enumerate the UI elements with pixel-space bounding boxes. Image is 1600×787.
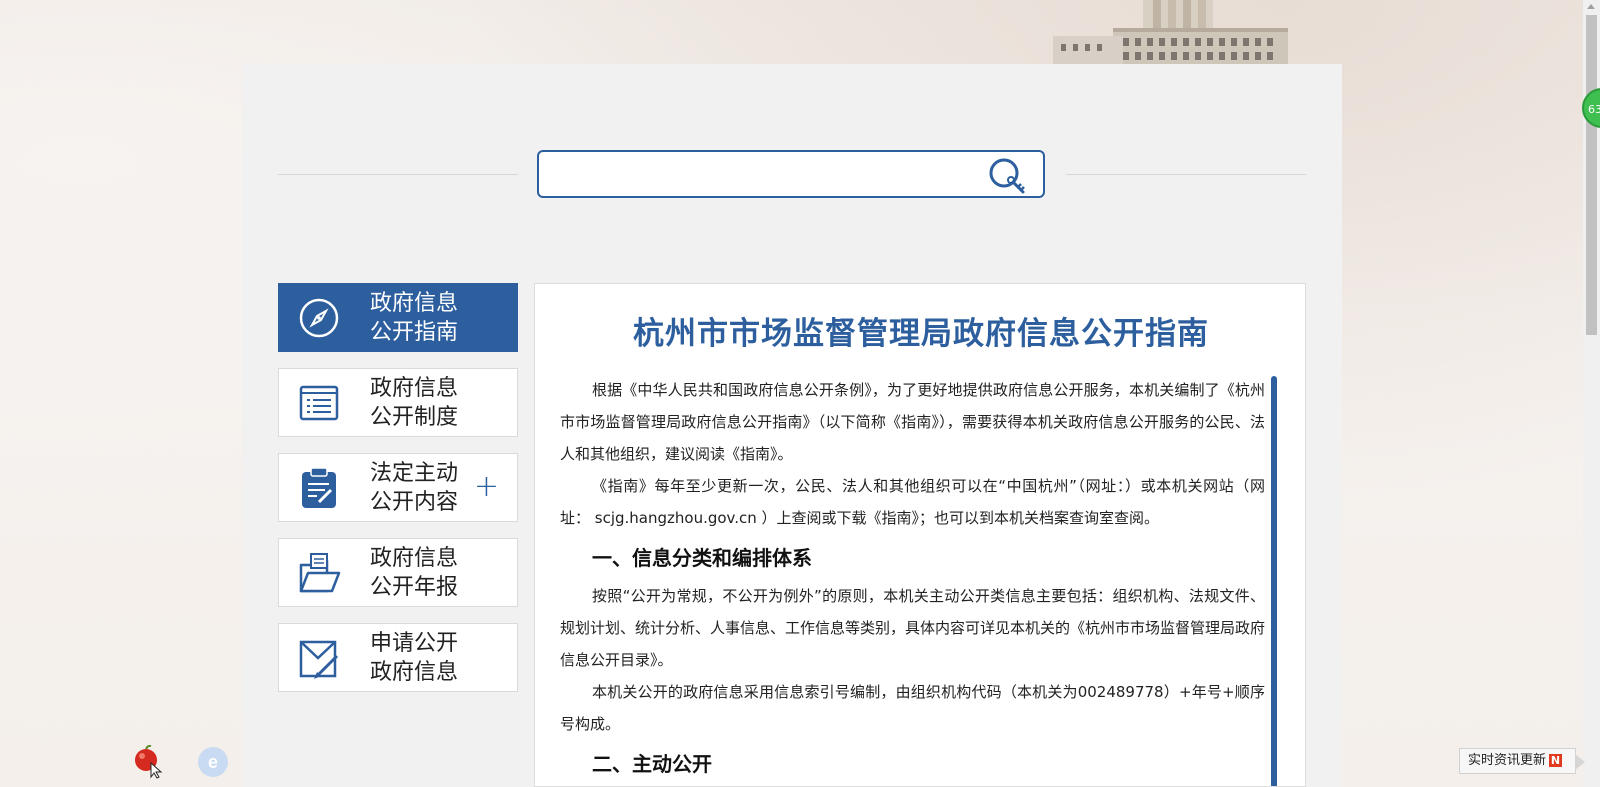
clipboard-edit-icon bbox=[302, 467, 336, 508]
building-banner-image bbox=[1053, 0, 1288, 64]
paragraph: 根据《中华人民共和国政府信息公开条例》，为了更好地提供政府信息公开服务，本机关编… bbox=[560, 381, 1265, 463]
label-line-1: 政府信息 bbox=[370, 546, 459, 571]
paragraph: 按照“公开为常规，不公开为例外”的原则，本机关主动公开类信息主要包括：组织机构、… bbox=[560, 587, 1266, 669]
section-heading: 二、主动公开 bbox=[592, 752, 712, 776]
arrow-right-icon bbox=[1575, 754, 1585, 770]
label-line-2: 公开年报 bbox=[370, 575, 459, 600]
label-line-1: 政府信息 bbox=[370, 291, 459, 316]
scroll-up-arrow-icon[interactable] bbox=[1587, 4, 1595, 9]
list-document-icon bbox=[299, 385, 339, 421]
label-line-1: 政府信息 bbox=[370, 376, 459, 401]
sidebar-item-label: 政府信息 公开制度 bbox=[370, 374, 480, 432]
sidebar-nav: 政府信息 公开指南 政府信息 公开制度 法定主动 公开内容 + 政府信息 公开年… bbox=[278, 283, 518, 708]
sidebar-item-system[interactable]: 政府信息 公开制度 bbox=[278, 368, 518, 437]
search-divider-right bbox=[1066, 174, 1306, 175]
sidebar-item-statutory-content[interactable]: 法定主动 公开内容 + bbox=[278, 453, 518, 522]
paragraph: 本机关公开的政府信息采用信息索引号编制，由组织机构代码（本机关为00248977… bbox=[560, 683, 1265, 733]
label-line-2: 公开内容 bbox=[370, 490, 459, 515]
ie-browser-icon[interactable]: e bbox=[197, 746, 229, 778]
sidebar-item-guide[interactable]: 政府信息 公开指南 bbox=[278, 283, 518, 352]
compass-icon bbox=[299, 298, 339, 338]
expand-plus-icon[interactable]: + bbox=[474, 472, 499, 502]
sidebar-item-apply[interactable]: 申请公开 政府信息 bbox=[278, 623, 518, 692]
label-line-2: 公开指南 bbox=[370, 320, 459, 345]
sidebar-item-annual-report[interactable]: 政府信息 公开年报 bbox=[278, 538, 518, 607]
new-badge: N bbox=[1549, 754, 1563, 767]
content-scrollbar[interactable] bbox=[1271, 376, 1277, 786]
sidebar-item-label: 政府信息 公开指南 bbox=[370, 289, 480, 347]
guide-content-panel: 杭州市市场监督管理局政府信息公开指南 根据《中华人民共和国政府信息公开条例》，为… bbox=[534, 283, 1306, 787]
sidebar-item-label: 法定主动 公开内容 bbox=[370, 459, 480, 517]
label-line-2: 公开制度 bbox=[370, 405, 459, 430]
search-input[interactable] bbox=[537, 150, 1045, 198]
apple-cursor-icon bbox=[135, 745, 163, 779]
guide-document-body: 根据《中华人民共和国政府信息公开条例》，为了更好地提供政府信息公开服务，本机关编… bbox=[560, 374, 1265, 786]
sidebar-item-label: 申请公开 政府信息 bbox=[370, 629, 480, 687]
open-folder-icon bbox=[299, 553, 341, 593]
label-line-2: 政府信息 bbox=[370, 660, 459, 685]
svg-text:e: e bbox=[208, 752, 218, 772]
search-divider-left bbox=[278, 174, 518, 175]
paragraph: 《指南》每年至少更新一次，公民、法人和其他组织可以在“中国杭州”（网址：）或本机… bbox=[560, 477, 1265, 527]
page-scrollbar-thumb[interactable] bbox=[1586, 15, 1597, 335]
label-line-1: 法定主动 bbox=[370, 461, 459, 486]
label-line-1: 申请公开 bbox=[370, 631, 459, 656]
section-heading: 一、信息分类和编排体系 bbox=[592, 546, 812, 570]
sidebar-item-label: 政府信息 公开年报 bbox=[370, 544, 480, 602]
search-key-icon[interactable] bbox=[987, 157, 1029, 195]
envelope-edit-icon bbox=[299, 640, 339, 679]
realtime-news-tip[interactable]: 实时资讯更新 N bbox=[1459, 748, 1585, 774]
news-tip-label: 实时资讯更新 bbox=[1468, 753, 1547, 768]
page-title: 杭州市市场监督管理局政府信息公开指南 bbox=[633, 316, 1209, 352]
